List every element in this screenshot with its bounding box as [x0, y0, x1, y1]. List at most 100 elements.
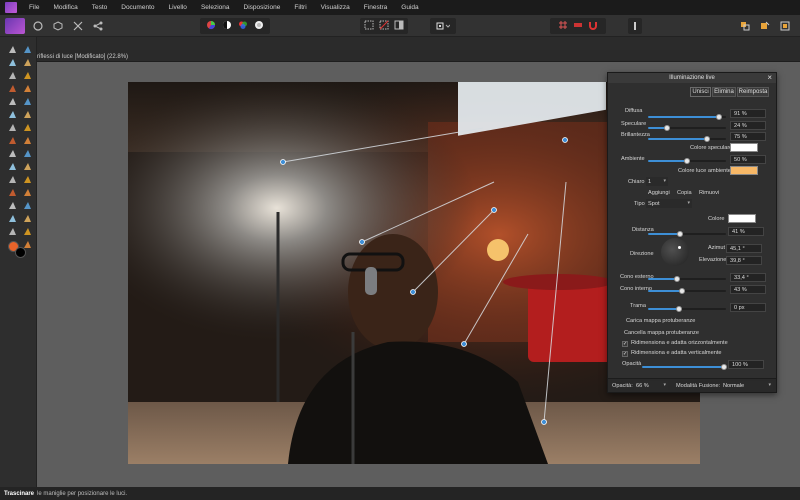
menu-file[interactable]: File: [22, 4, 46, 11]
distanza-slider[interactable]: [648, 230, 726, 237]
crop-tool-icon[interactable]: [21, 56, 33, 68]
quick-mask-dropdown[interactable]: [430, 18, 456, 34]
magnet-icon[interactable]: [588, 20, 598, 32]
studio-icon[interactable]: [758, 18, 772, 34]
menu-guida[interactable]: Guida: [394, 4, 425, 11]
invert-selection-icon[interactable]: [394, 20, 404, 32]
background-color-swatch[interactable]: [15, 247, 26, 258]
trama-slider-knob[interactable]: [676, 305, 683, 312]
menu-finestra[interactable]: Finestra: [357, 4, 394, 11]
trama-value[interactable]: 0 px: [730, 303, 766, 312]
distanza-value[interactable]: 41 %: [728, 227, 764, 236]
patch-tool-icon[interactable]: [21, 225, 33, 237]
cono-interno-slider[interactable]: [648, 287, 726, 294]
color-balance-icon[interactable]: [238, 20, 248, 32]
opacita-slider-knob[interactable]: [721, 363, 727, 370]
app-logo-icon[interactable]: [0, 0, 22, 15]
ambiente-slider-knob[interactable]: [684, 157, 690, 164]
marquee-select-icon[interactable]: [21, 82, 33, 94]
close-icon[interactable]: ×: [767, 73, 772, 83]
reimposta-button[interactable]: Reimposta: [737, 87, 769, 97]
cono-esterno-slider[interactable]: [648, 275, 726, 282]
selection-brush-icon[interactable]: [6, 69, 18, 81]
aggiungi-button[interactable]: Aggiungi: [648, 190, 670, 196]
rimuovi-button[interactable]: Rimuovi: [699, 190, 719, 196]
cono-esterno-slider-knob[interactable]: [673, 275, 680, 282]
cono-interno-slider-knob[interactable]: [678, 287, 685, 294]
opacita-slider[interactable]: [642, 363, 727, 370]
paint-brush-icon[interactable]: [6, 95, 18, 107]
contrast-icon[interactable]: [222, 20, 232, 32]
inpainting-icon[interactable]: [6, 225, 18, 237]
colore-speculare-swatch[interactable]: [730, 143, 758, 152]
ambiente-value[interactable]: 50 %: [730, 155, 766, 164]
zoom-tool-icon[interactable]: [6, 56, 18, 68]
menu-documento[interactable]: Documento: [114, 4, 161, 11]
tipo-dropdown[interactable]: Spot ▾: [646, 199, 692, 208]
marquee-icon[interactable]: [364, 20, 374, 32]
clone-brush-icon[interactable]: [6, 147, 18, 159]
menu-disposizione[interactable]: Disposizione: [237, 4, 288, 11]
perspective-tool-icon[interactable]: [21, 186, 33, 198]
settings-icon[interactable]: [778, 18, 792, 34]
footer-blend-dropdown[interactable]: Normale ▾: [721, 381, 773, 390]
speculare-value[interactable]: 24 %: [730, 121, 766, 130]
text-tool-icon[interactable]: [21, 173, 33, 185]
healing-brush-icon[interactable]: [21, 147, 33, 159]
persona-export-icon[interactable]: [90, 18, 106, 34]
azimut-value[interactable]: 45,1 °: [726, 244, 762, 253]
elimina-button[interactable]: Elimina: [712, 87, 736, 97]
cancella-mappa-button[interactable]: Cancella mappa protuberanze: [624, 330, 699, 336]
cono-interno-value[interactable]: 43 %: [730, 285, 766, 294]
color-wheel-icon[interactable]: [206, 20, 216, 32]
smudge-brush-icon[interactable]: [21, 199, 33, 211]
persona-liquify-icon[interactable]: [30, 18, 46, 34]
menu-visualizza[interactable]: Visualizza: [314, 4, 357, 11]
burn-brush-icon[interactable]: [21, 134, 33, 146]
dodge-brush-icon[interactable]: [6, 134, 18, 146]
pixel-tool-icon[interactable]: [6, 108, 18, 120]
assistant-icon[interactable]: [738, 18, 752, 34]
elevazione-value[interactable]: 39,8 °: [726, 256, 762, 265]
menu-modifica[interactable]: Modifica: [46, 4, 84, 11]
node-tool-icon[interactable]: [21, 160, 33, 172]
move-tool-icon[interactable]: [6, 43, 18, 55]
cono-esterno-value[interactable]: 33,4 °: [730, 273, 766, 282]
carica-mappa-button[interactable]: Carica mappa protuberanze: [626, 318, 695, 324]
direction-dial[interactable]: [661, 238, 689, 266]
ridim-orizz-checkbox[interactable]: ✓: [622, 341, 628, 347]
speculare-slider[interactable]: [648, 124, 726, 131]
erase-brush-icon[interactable]: [21, 108, 33, 120]
direction-dial-handle[interactable]: [678, 246, 681, 249]
trama-slider[interactable]: [648, 305, 726, 312]
speculare-slider-knob[interactable]: [663, 124, 670, 131]
gradient-tool-icon[interactable]: [21, 121, 33, 133]
blur-brush-icon[interactable]: [21, 212, 33, 224]
colore-luce-ambiente-swatch[interactable]: [730, 166, 758, 175]
color-picker-icon[interactable]: [21, 95, 33, 107]
footer-opacita-dropdown[interactable]: 66 % ▾: [634, 381, 668, 390]
shape-tool-icon[interactable]: [6, 173, 18, 185]
pen-tool-icon[interactable]: [6, 160, 18, 172]
grid-icon[interactable]: [558, 20, 568, 32]
unisci-button[interactable]: Unisci: [690, 87, 711, 97]
ambiente-slider[interactable]: [648, 157, 726, 164]
diffusa-slider[interactable]: [648, 113, 726, 120]
brillantezza-slider[interactable]: [648, 135, 726, 142]
persona-tonemap-icon[interactable]: [70, 18, 86, 34]
persona-develop-icon[interactable]: [50, 18, 66, 34]
opacita-value[interactable]: 100 %: [728, 360, 764, 369]
diffusa-value[interactable]: 91 %: [730, 109, 766, 118]
deselect-icon[interactable]: [379, 20, 389, 32]
copia-button[interactable]: Copia: [677, 190, 692, 196]
document-title[interactable]: riflessi di luce [Modificato] (22.8%): [37, 51, 128, 62]
red-eye-icon[interactable]: [6, 199, 18, 211]
menu-seleziona[interactable]: Seleziona: [194, 4, 237, 11]
brillantezza-slider-knob[interactable]: [703, 135, 710, 142]
menu-livello[interactable]: Livello: [162, 4, 194, 11]
brillantezza-value[interactable]: 75 %: [730, 132, 766, 141]
ridim-vert-checkbox[interactable]: ✓: [622, 351, 628, 357]
persona-photo-icon[interactable]: [5, 18, 25, 34]
freehand-select-icon[interactable]: [6, 82, 18, 94]
view-tool-icon[interactable]: [21, 43, 33, 55]
